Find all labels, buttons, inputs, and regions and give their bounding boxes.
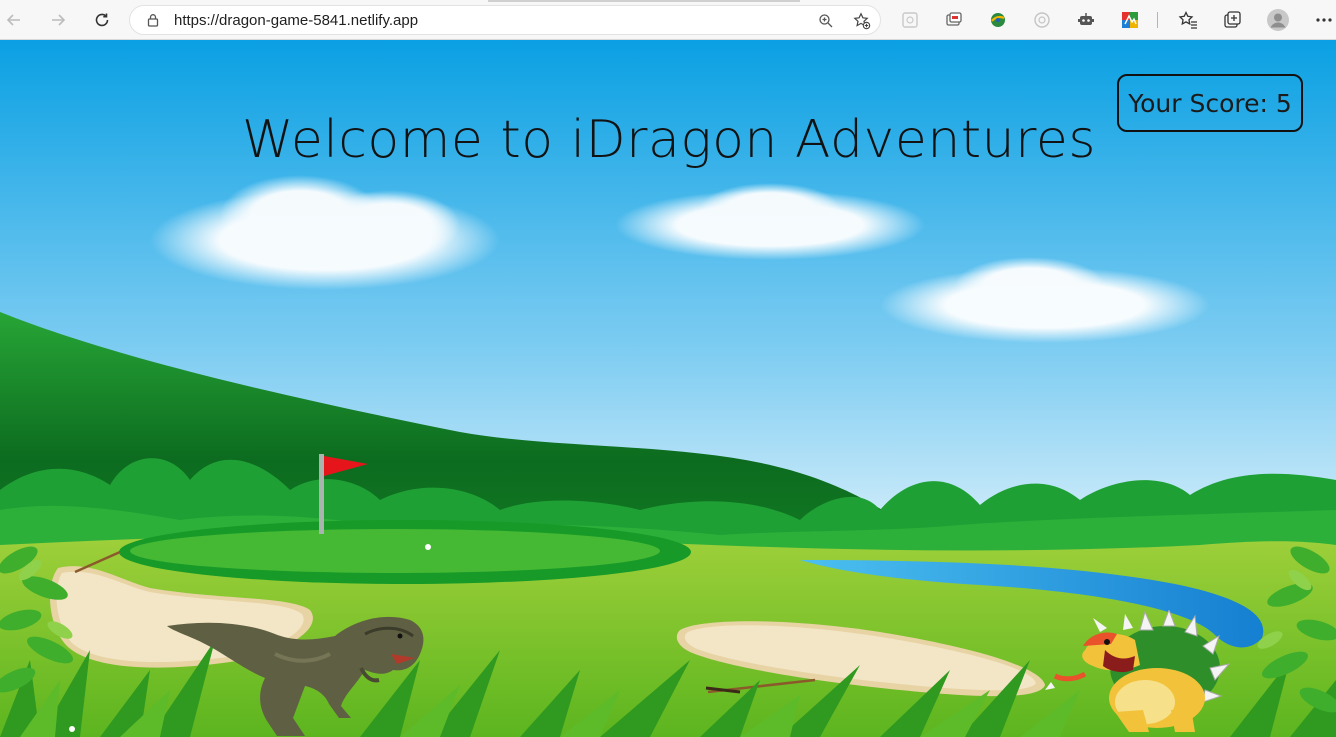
arrow-right-icon	[52, 14, 66, 26]
profile-icon[interactable]	[1266, 8, 1290, 32]
forward-button[interactable]	[44, 6, 72, 34]
collections-icon[interactable]	[1220, 8, 1244, 32]
extension-icon-6[interactable]	[1118, 8, 1142, 32]
more-icon[interactable]	[1312, 8, 1336, 32]
tab-strip-edge	[488, 0, 800, 2]
lock-icon	[147, 14, 159, 27]
star-add-icon[interactable]	[852, 11, 872, 31]
game-area[interactable]: Welcome to iDragon Adventures Your Score…	[0, 40, 1336, 737]
extension-icon-1[interactable]	[898, 8, 922, 32]
dinosaur[interactable]	[165, 614, 427, 737]
dragon[interactable]	[1045, 610, 1231, 734]
zoom-in-icon[interactable]	[816, 11, 836, 31]
extension-icon-5[interactable]	[1074, 8, 1098, 32]
reload-icon	[95, 13, 109, 27]
url-text: https://dragon-game-5841.netlify.app	[174, 12, 419, 29]
extension-icon-4[interactable]	[1030, 8, 1054, 32]
arrow-left-icon	[6, 14, 20, 26]
browser-toolbar: https://dragon-game-5841.netlify.app	[0, 0, 1336, 40]
back-button[interactable]	[0, 6, 28, 34]
score-box: Your Score: 5	[1117, 74, 1303, 132]
toolbar-separator	[1157, 12, 1158, 28]
favorites-icon[interactable]	[1176, 8, 1200, 32]
address-bar[interactable]: https://dragon-game-5841.netlify.app	[129, 5, 881, 35]
extension-icon-2[interactable]	[942, 8, 966, 32]
extension-icon-3[interactable]	[986, 8, 1010, 32]
reload-button[interactable]	[88, 6, 116, 34]
